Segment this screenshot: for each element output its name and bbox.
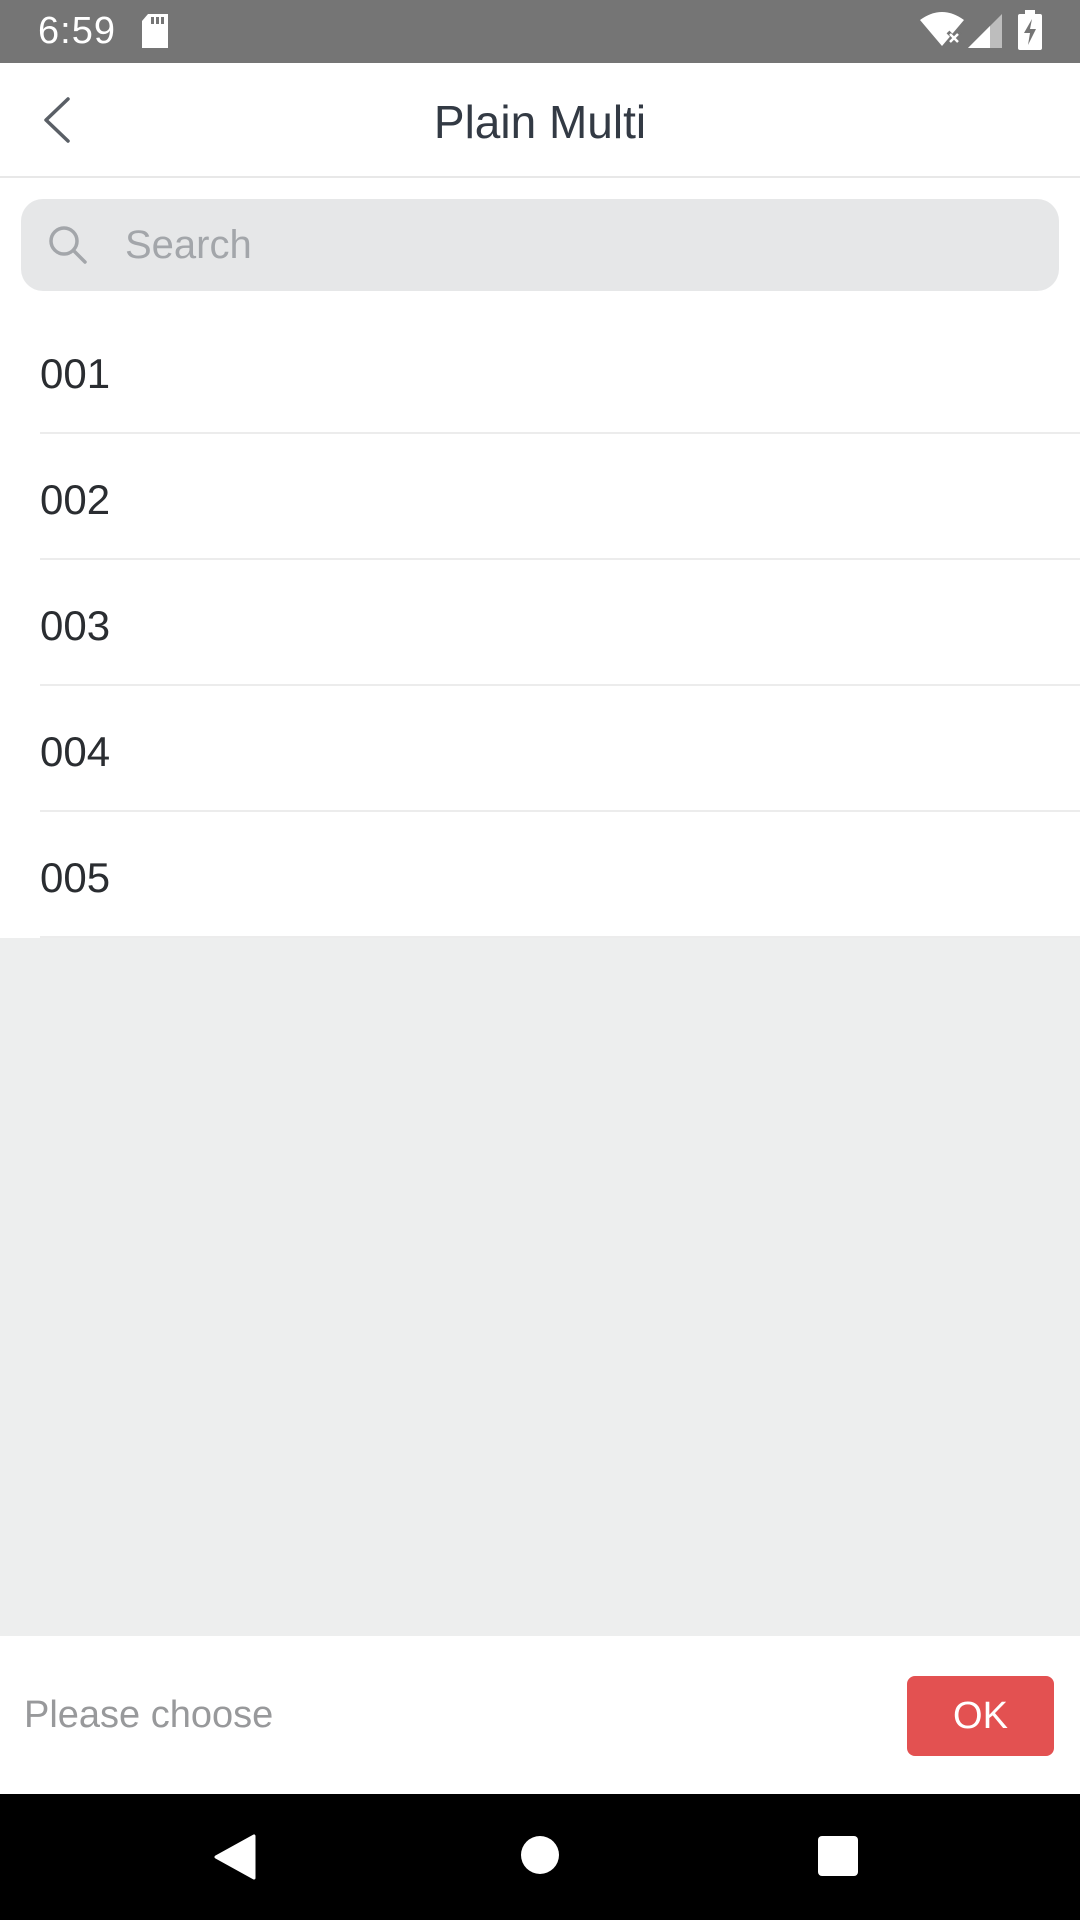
home-circle-icon[interactable]	[520, 1835, 560, 1880]
signal-icon	[968, 14, 1004, 53]
page-title: Plain Multi	[433, 96, 647, 148]
divider	[40, 936, 1080, 938]
list-item[interactable]: 002	[0, 434, 1080, 560]
sd-card-icon	[140, 14, 170, 53]
app-bar: Plain Multi	[0, 63, 1080, 178]
list-item-label: 003	[40, 602, 111, 649]
status-bar: 6:59	[0, 0, 1080, 63]
list-item[interactable]: 001	[0, 308, 1080, 434]
selection-footer: Please choose OK	[0, 1636, 1080, 1794]
list-item-label: 004	[40, 728, 111, 775]
list-item-label: 005	[40, 854, 111, 901]
option-list: 001 002 003 004 005	[0, 308, 1080, 938]
search-box[interactable]	[21, 199, 1059, 291]
back-triangle-icon[interactable]	[214, 1834, 256, 1885]
status-time: 6:59	[38, 10, 116, 52]
list-item-label: 002	[40, 476, 111, 523]
search-input[interactable]	[105, 199, 1035, 291]
system-nav-bar	[0, 1794, 1080, 1920]
search-area	[0, 178, 1080, 308]
ok-button[interactable]: OK	[907, 1676, 1054, 1756]
list-item[interactable]: 005	[0, 812, 1080, 938]
battery-charging-icon	[1018, 10, 1042, 55]
list-item-label: 001	[40, 350, 111, 397]
recents-square-icon[interactable]	[817, 1835, 859, 1882]
selection-hint: Please choose	[24, 1694, 274, 1736]
wifi-off-icon	[920, 12, 964, 53]
search-icon	[47, 224, 89, 271]
list-item[interactable]: 003	[0, 560, 1080, 686]
list-item[interactable]: 004	[0, 686, 1080, 812]
